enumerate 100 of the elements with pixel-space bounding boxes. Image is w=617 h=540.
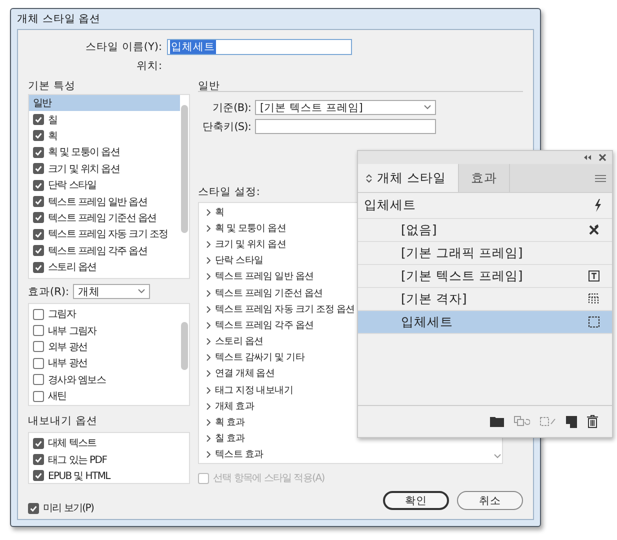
settings-item[interactable]: 텍스트 프레임 일반 옵션 [206, 268, 314, 285]
section-heading: 내보내기 옵션 [28, 414, 98, 427]
checkbox[interactable] [33, 196, 44, 208]
folder-icon[interactable] [490, 416, 504, 427]
checkbox[interactable] [33, 262, 44, 273]
style-name-field[interactable]: 입체세트 [167, 39, 352, 55]
effect-item[interactable]: 그림자 [29, 306, 180, 322]
effect-item[interactable]: 새틴 [29, 388, 180, 404]
chevron-right-icon [206, 273, 211, 280]
checkbox[interactable] [33, 212, 44, 224]
field-label: 스타일 이름(Y): [84, 40, 163, 54]
checkbox[interactable] [33, 245, 44, 256]
checkbox[interactable] [33, 374, 44, 386]
attribute-item[interactable]: 획 및 모퉁이 옵션 [29, 144, 180, 161]
effect-item[interactable]: 내부 광선 [29, 355, 180, 372]
export-option[interactable]: 대체 텍스트 [29, 435, 189, 452]
checkbox[interactable] [33, 454, 44, 466]
settings-item[interactable]: 태그 지정 내보내기 [206, 382, 294, 398]
checkbox[interactable] [33, 130, 44, 142]
chevron-right-icon [206, 370, 211, 378]
dialog-button[interactable]: 취소 [457, 491, 523, 510]
checkbox[interactable] [33, 114, 44, 126]
chevron-down-icon [424, 105, 431, 110]
style-item[interactable]: [기본 그래픽 프레임] [358, 242, 612, 265]
checkbox[interactable] [33, 341, 44, 352]
grid-icon [588, 293, 600, 305]
chevron-right-icon [206, 451, 211, 458]
chevron-right-icon [206, 386, 211, 394]
chevron-right-icon [206, 322, 211, 329]
chevron-right-icon [206, 208, 211, 216]
panel-tab[interactable]: 개체 스타일 [358, 164, 459, 192]
checkbox[interactable] [33, 438, 44, 449]
settings-item[interactable]: 크기 및 위치 옵션 [206, 236, 286, 253]
chevron-down-icon [138, 289, 146, 294]
chevron-right-icon [206, 257, 211, 264]
chevron-right-icon [206, 224, 211, 232]
preview-checkbox-row[interactable]: 미리 보기(P) [28, 500, 190, 516]
export-option[interactable]: 태그 있는 PDF [29, 451, 189, 468]
effect-item[interactable]: 경사와 엠보스 [29, 372, 180, 388]
chevron-right-icon [206, 290, 211, 297]
chevron-right-icon [206, 402, 211, 410]
scroll-down-icon[interactable] [494, 454, 501, 459]
chevron-right-icon [206, 240, 211, 248]
dialog-button[interactable]: 확인 [383, 491, 449, 510]
effects-dropdown[interactable]: 개체 [73, 284, 150, 299]
settings-item[interactable]: 스토리 옵션 [206, 334, 264, 350]
settings-item[interactable]: 획 및 모퉁이 옵션 [206, 220, 286, 236]
settings-item[interactable]: 텍스트 효과 [206, 446, 264, 463]
attribute-item[interactable]: 텍스트 프레임 기준선 옵션 [29, 210, 180, 226]
attribute-item[interactable]: 텍스트 프레임 일반 옵션 [29, 193, 180, 210]
effect-item[interactable]: 내부 그림자 [29, 322, 180, 339]
menu-icon[interactable] [595, 174, 606, 182]
checkbox[interactable] [33, 470, 44, 482]
checkbox[interactable] [33, 308, 44, 320]
settings-item[interactable]: 획 효과 [206, 414, 245, 431]
delete-icon[interactable] [587, 415, 598, 428]
attribute-item[interactable]: 텍스트 프레임 자동 크기 조정 [29, 226, 180, 243]
attribute-item[interactable]: 텍스트 프레임 각주 옵션 [29, 242, 180, 259]
settings-item[interactable]: 텍스트 프레임 자동 크기 조정 옵션 [206, 301, 355, 318]
style-item[interactable]: [없음] [358, 219, 612, 242]
attribute-item[interactable]: 칠 [29, 111, 180, 128]
attribute-item[interactable]: 단락 스타일 [29, 176, 180, 194]
cross-icon [588, 224, 600, 236]
field-label: 단축키(S): [201, 120, 252, 134]
section-heading: 스타일 설정: [198, 185, 260, 198]
checkbox[interactable] [33, 390, 44, 402]
checkbox[interactable] [33, 180, 44, 191]
based-on-dropdown[interactable]: [기본 텍스트 프레임] [255, 100, 436, 115]
collapse-icon[interactable] [584, 155, 591, 160]
section-heading: 기본 특성 [28, 79, 76, 92]
checkbox[interactable] [33, 146, 44, 158]
shortcut-field[interactable] [255, 119, 436, 134]
style-item[interactable]: 입체세트 [358, 311, 612, 334]
frame-icon [588, 316, 600, 328]
effect-item[interactable]: 외부 광선 [29, 338, 180, 356]
checkbox[interactable] [28, 502, 39, 514]
settings-item[interactable]: 텍스트 프레임 각주 옵션 [206, 317, 314, 334]
settings-item[interactable]: 연결 개체 옵션 [206, 366, 275, 382]
sort-arrows-icon [366, 174, 372, 182]
checkbox[interactable] [33, 228, 44, 240]
export-option[interactable]: EPUB 및 HTML [29, 468, 189, 484]
new-style-icon[interactable] [566, 416, 577, 428]
settings-item[interactable]: 텍스트 프레임 기준선 옵션 [206, 284, 323, 302]
close-icon[interactable] [599, 154, 606, 161]
checkbox[interactable] [33, 358, 44, 369]
checkbox[interactable] [33, 163, 44, 174]
attribute-item[interactable]: 획 [29, 128, 180, 144]
settings-item[interactable]: 텍스트 감싸기 및 기타 [206, 350, 304, 366]
attribute-item[interactable]: 일반 [29, 95, 180, 112]
lightning-icon[interactable] [594, 199, 602, 212]
settings-item[interactable]: 칠 효과 [206, 430, 245, 447]
style-item[interactable]: [기본 텍스트 프레임] [358, 265, 612, 288]
settings-item[interactable]: 개체 효과 [206, 398, 254, 414]
settings-item[interactable]: 획 [206, 204, 224, 220]
settings-item[interactable]: 단락 스타일 [206, 252, 264, 269]
checkbox[interactable] [33, 325, 44, 336]
chevron-right-icon [206, 435, 211, 442]
chevron-right-icon [206, 306, 211, 313]
attribute-item[interactable]: 스토리 옵션 [29, 258, 180, 276]
attribute-item[interactable]: 크기 및 위치 옵션 [29, 160, 180, 177]
